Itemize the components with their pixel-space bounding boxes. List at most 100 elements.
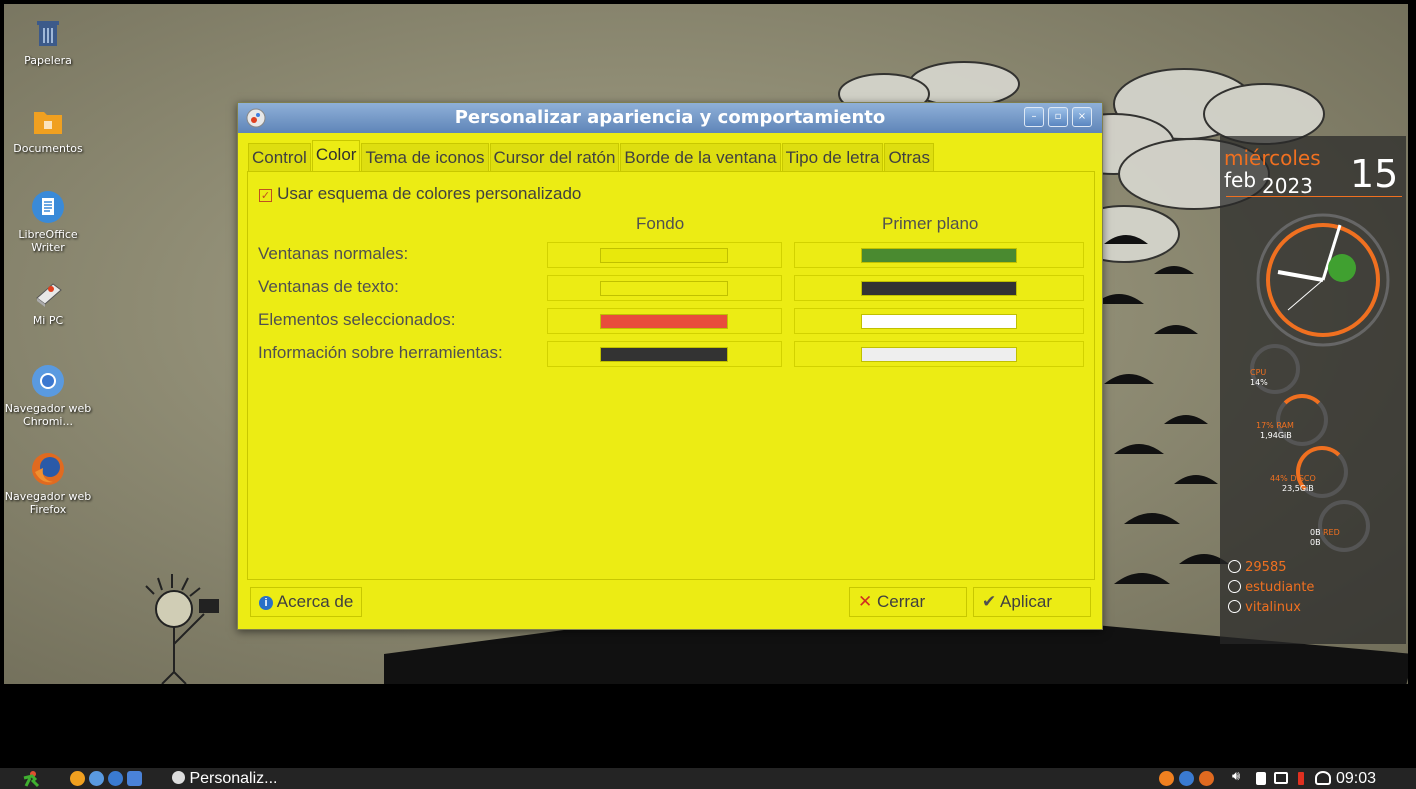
conky-widget: miércoles feb 2023 15 CPU 14% 17% RAM 1,… [1220,136,1406,644]
tab-mouse-cursor[interactable]: Cursor del ratón [489,143,620,173]
user-icon [1228,580,1241,593]
tab-color[interactable]: Color [311,140,361,173]
show-desktop-icon[interactable] [127,771,142,786]
row-label-text-windows: Ventanas de texto: [258,277,399,296]
tab-control[interactable]: Control [248,143,311,173]
custom-scheme-label: Usar esquema de colores personalizado [277,184,582,203]
text-windows-background-button[interactable] [547,275,782,301]
row-label-normal-windows: Ventanas normales: [258,244,409,263]
conky-net-up: 0B [1310,538,1321,547]
minimize-button[interactable]: – [1024,107,1044,127]
taskbar-window-label: Personaliz... [189,770,278,787]
tooltips-background-button[interactable] [547,341,782,367]
taskbar-window-button[interactable]: Personaliz... [172,768,278,789]
app-small-icon [172,771,185,784]
text-windows-foreground-button[interactable] [794,275,1084,301]
tooltips-foreground-button[interactable] [794,341,1084,367]
display-icon[interactable] [1274,772,1288,784]
clipboard-icon[interactable] [1256,772,1266,785]
conky-net-down: 0B [1310,528,1321,537]
maximize-button[interactable]: ▫ [1048,107,1068,127]
desktop-icon-label: Navegador web Chromi... [4,402,92,428]
file-manager-launcher-icon[interactable] [70,771,85,786]
conky-disk-label: 44% DISCO [1270,474,1316,483]
conky-host-row: vitalinux [1228,600,1301,615]
tab-font[interactable]: Tipo de letra [781,143,884,173]
color-swatch [861,248,1017,263]
color-tab-panel: ✓ Usar esquema de colores personalizado … [247,171,1095,580]
conky-host: vitalinux [1245,600,1301,615]
conky-disk-value: 23,5GiB [1282,484,1314,493]
apply-button-label: Aplicar [1000,592,1053,611]
color-swatch [861,314,1017,329]
desktop-icon-label: Mi PC [32,314,64,327]
appearance-dialog: Personalizar apariencia y comportamiento… [237,102,1103,630]
close-button[interactable]: ✕ Cerrar [849,587,967,617]
desktop-icon-firefox[interactable]: Navegador web Firefox [4,452,94,516]
trash-icon [37,21,59,46]
color-swatch [600,347,728,362]
conky-ram-label: 17% RAM [1256,421,1294,430]
selected-items-foreground-button[interactable] [794,308,1084,334]
conky-ram-value: 1,94GiB [1260,431,1292,440]
dialog-titlebar[interactable]: Personalizar apariencia y comportamiento… [238,103,1102,133]
row-label-tooltips: Información sobre herramientas: [258,343,503,362]
dialog-title: Personalizar apariencia y comportamiento [454,107,886,128]
custom-scheme-checkbox[interactable]: ✓ Usar esquema de colores personalizado [259,184,581,204]
conky-user-row: estudiante [1228,580,1314,595]
close-window-button[interactable]: × [1072,107,1092,127]
apply-button[interactable]: ✔ Aplicar [973,587,1091,617]
desktop-icon-mi-pc[interactable]: Mi PC [4,276,94,327]
selected-items-background-button[interactable] [547,308,782,334]
firefox-icon [32,453,64,485]
tab-icon-theme[interactable]: Tema de iconos [361,143,489,173]
info-icon: i [259,596,273,610]
battery-icon[interactable] [1298,772,1304,785]
checkmark-icon: ✔ [982,592,997,611]
tab-window-border[interactable]: Borde de la ventana [620,143,781,173]
firefox-tray-icon[interactable] [1199,771,1214,786]
conky-net-label: RED [1323,528,1340,537]
color-swatch [600,248,728,263]
conky-uptime: 29585 [1245,560,1287,575]
desktop-icon-chromium[interactable]: Navegador web Chromi... [4,364,94,428]
taskbar-clock[interactable]: 09:03 [1336,768,1376,789]
updates-tray-icon[interactable] [1159,771,1174,786]
color-swatch [861,281,1017,296]
network-icon[interactable] [1315,771,1331,785]
row-label-selected-items: Elementos seleccionados: [258,310,456,329]
clock-icon [1256,213,1390,347]
volume-icon[interactable]: 🔊︎ [1232,769,1240,784]
column-header-background: Fondo [636,214,685,233]
conky-year: 2023 [1262,174,1313,198]
conky-day: 15 [1350,152,1399,196]
about-button[interactable]: i Acerca de [250,587,363,617]
desktop-icon-papelera[interactable]: Papelera [4,16,94,67]
chromium-icon [32,365,64,397]
conky-user: estudiante [1245,580,1315,595]
column-header-foreground: Primer plano [882,214,979,233]
notes-tray-icon[interactable] [1179,771,1194,786]
conky-net-gauge [1318,500,1370,552]
desktop-icon-documentos[interactable]: Documentos [4,104,94,155]
desktop-lower-area [4,684,1408,768]
normal-windows-foreground-button[interactable] [794,242,1084,268]
computer-icon [36,283,62,307]
conky-cpu-value: 14% [1250,378,1268,387]
color-swatch [600,281,728,296]
desktop-icon-libreoffice-writer[interactable]: LibreOffice Writer [4,190,94,254]
normal-windows-background-button[interactable] [547,242,782,268]
checkbox-checked-icon: ✓ [259,189,272,202]
taskbar: Personaliz... 🔊︎ 09:03 [0,768,1416,789]
desktop-icon-label: Papelera [24,54,72,67]
conky-weekday: miércoles [1224,146,1321,170]
conky-month: feb [1224,168,1257,192]
close-x-icon: ✕ [858,592,873,611]
conky-cpu-label: CPU [1250,368,1267,377]
terminal-launcher-icon[interactable] [108,771,123,786]
tab-other[interactable]: Otras [884,143,935,173]
chromium-launcher-icon[interactable] [89,771,104,786]
folder-icon [34,112,62,134]
about-button-label: Acerca de [276,592,354,611]
start-menu-icon[interactable] [20,770,42,788]
